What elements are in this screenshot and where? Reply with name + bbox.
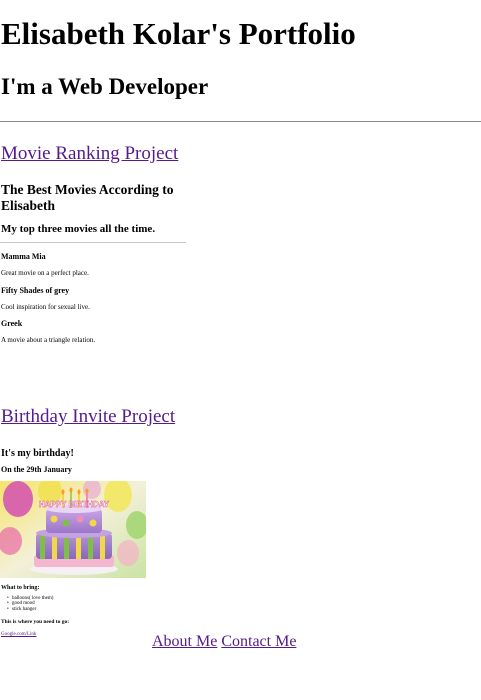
movie-divider	[0, 242, 186, 243]
page-subtitle: I'm a Web Developer	[1, 74, 209, 99]
footer-nav: About Me Contact Me	[152, 632, 296, 651]
birthday-project-link[interactable]: Birthday Invite Project	[1, 406, 175, 427]
movie-subheading: My top three movies all the time.	[1, 223, 156, 235]
birthday-date: On the 29th January	[1, 465, 72, 474]
movie-description: A movie about a triangle relation.	[1, 336, 96, 344]
movie-project-heading: Movie Ranking Project	[1, 142, 178, 166]
movie-name: Greek	[1, 319, 23, 328]
about-me-link[interactable]: About Me	[152, 633, 217, 650]
birthday-project-heading: Birthday Invite Project	[1, 405, 175, 429]
movie-project-link[interactable]: Movie Ranking Project	[1, 143, 178, 164]
movie-name: Mamma Mia	[1, 252, 46, 261]
location-heading: This is where you need to go:	[1, 619, 70, 625]
movie-description: Great movie on a perfect place.	[1, 269, 89, 277]
movie-name: Fifty Shades of grey	[1, 286, 70, 295]
map-link[interactable]: Google.com/Link	[1, 632, 36, 638]
birthday-cake-image: HAPPY BIRTHDAY	[0, 481, 146, 578]
list-item: stick hanger	[7, 607, 53, 612]
birthday-cake-icon: HAPPY BIRTHDAY	[0, 481, 146, 578]
bring-list: balloons( love them) good mood stick han…	[7, 596, 53, 612]
contact-me-link[interactable]: Contact Me	[221, 633, 296, 650]
movie-description: Cool inspiration for sexual live.	[1, 303, 90, 311]
birthday-heading: It's my birthday!	[1, 448, 74, 459]
movie-heading: The Best Movies According to Elisabeth	[1, 182, 174, 213]
cake-topper-text: HAPPY BIRTHDAY	[39, 500, 110, 509]
page-title: Elisabeth Kolar's Portfolio	[1, 16, 356, 51]
bring-heading: What to bring:	[1, 585, 40, 591]
header-divider	[0, 121, 481, 122]
